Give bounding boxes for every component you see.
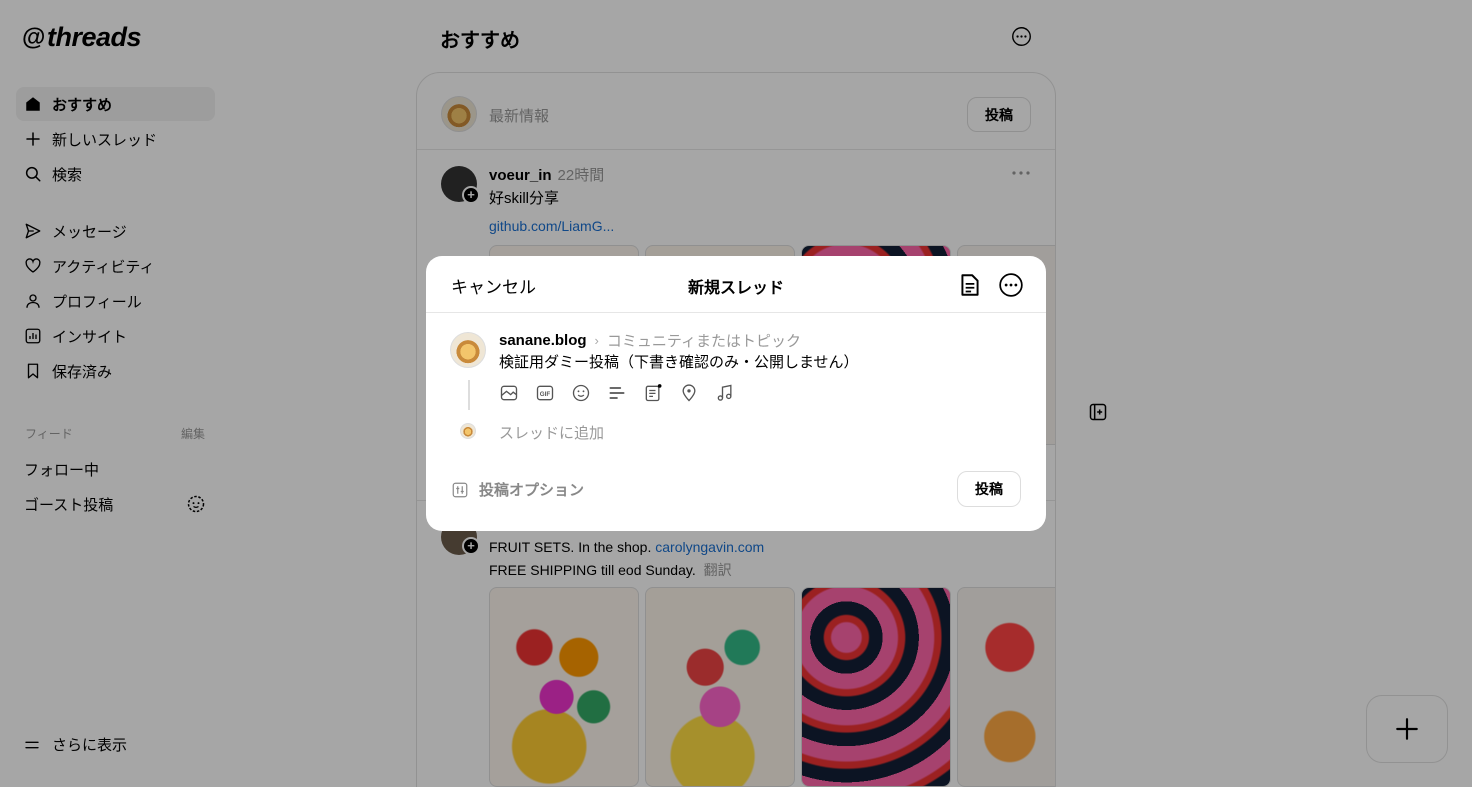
new-thread-dialog: キャンセル 新規スレッド sanane.blog › コミュニティまたはトピック… [426,256,1046,531]
text-attachment-icon[interactable] [643,383,663,403]
dialog-header: キャンセル 新規スレッド [426,256,1046,313]
compose-username: sanane.blog [499,332,587,349]
drafts-icon[interactable] [957,272,983,298]
post-options-button[interactable]: 投稿オプション [451,479,584,500]
topic-selector[interactable]: コミュニティまたはトピック [607,330,801,351]
location-icon[interactable] [679,383,699,403]
poll-icon[interactable] [607,383,627,403]
cancel-button[interactable]: キャンセル [451,273,536,298]
avatar [450,332,486,368]
gif-icon[interactable]: GIF [535,383,555,403]
music-icon[interactable] [715,383,735,403]
chevron-right-icon: › [594,333,599,348]
compose-toolbar: GIF [499,383,735,403]
post-options-label: 投稿オプション [479,482,585,499]
compose-user-row: sanane.blog › コミュニティまたはトピック [499,330,801,351]
options-icon [452,482,468,497]
compose-text-area[interactable]: 検証用ダミー投稿（下書き確認のみ・公開しません） [499,351,859,372]
avatar [460,423,476,439]
post-button[interactable]: 投稿 [957,471,1021,507]
emoji-icon[interactable] [571,383,591,403]
image-icon[interactable] [499,383,519,403]
add-to-thread[interactable]: スレッドに追加 [499,422,604,443]
more-options-icon[interactable] [998,272,1024,298]
svg-text:GIF: GIF [540,391,551,398]
thread-connector-line [468,380,470,410]
